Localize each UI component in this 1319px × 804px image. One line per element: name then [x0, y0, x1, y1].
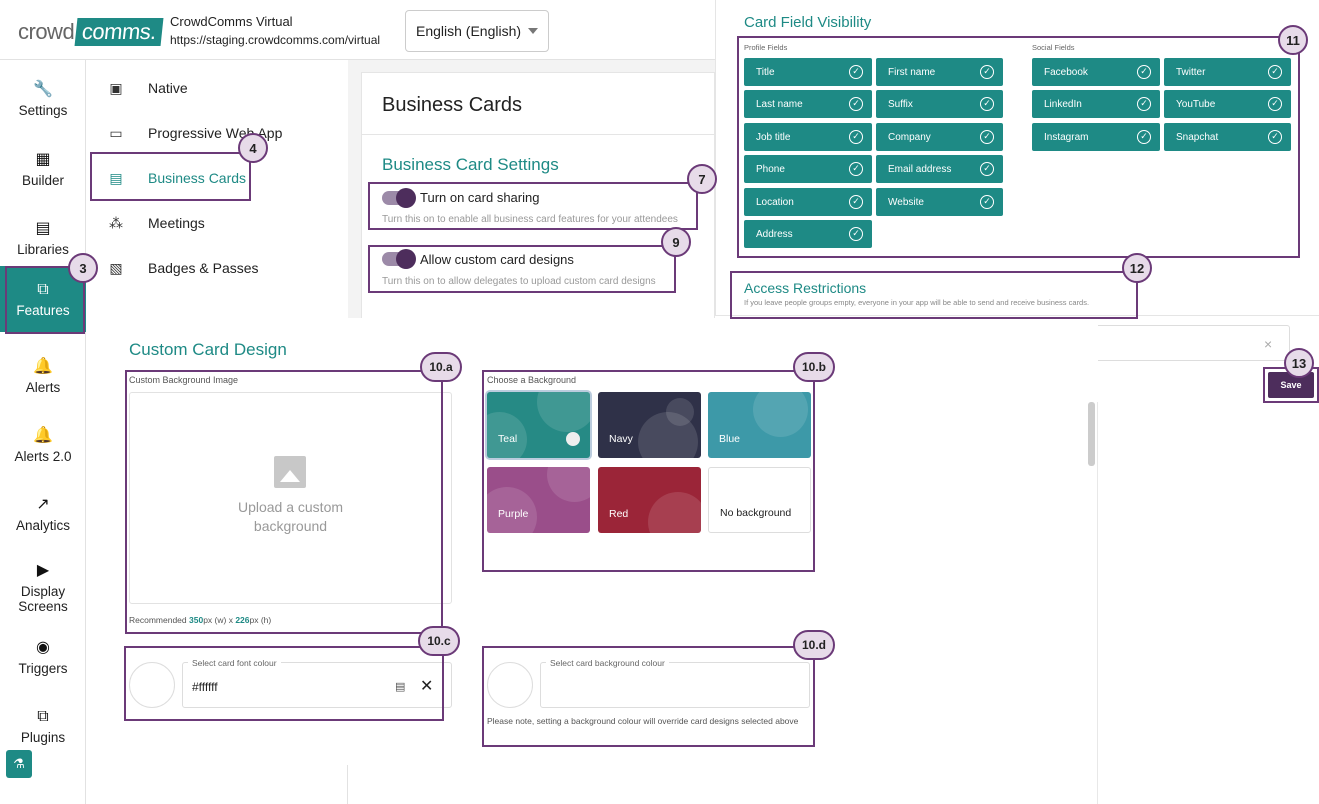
subnav-item-native[interactable]: ▣ Native	[86, 66, 348, 110]
language-select[interactable]: English (English)	[405, 10, 549, 52]
nav-item-triggers[interactable]: ◉ Triggers	[0, 626, 86, 688]
nav-item-alerts[interactable]: 🔔 Alerts	[0, 345, 86, 407]
badge-4: 4	[238, 133, 268, 163]
badge-10b: 10.b	[793, 352, 835, 382]
people-icon: ⁂	[109, 214, 123, 231]
play-screen-icon: ▶	[36, 561, 50, 579]
nav-item-plugins[interactable]: ⧉ Plugins	[0, 695, 86, 757]
badge-13: 13	[1284, 348, 1314, 378]
subnav-item-badges[interactable]: ▧ Badges & Passes	[86, 246, 348, 290]
badge-10a: 10.a	[420, 352, 462, 382]
highlight-card-sharing	[368, 182, 698, 230]
page-title: Business Cards	[382, 94, 523, 116]
plugin-icon: ⧉	[37, 708, 49, 725]
badge-10c: 10.c	[418, 626, 460, 656]
highlight-bg-colour	[482, 646, 815, 747]
badge-3: 3	[68, 253, 98, 283]
close-icon[interactable]: ×	[1264, 336, 1272, 352]
scrollbar[interactable]	[1088, 402, 1095, 466]
trend-icon: ↗	[36, 496, 50, 513]
app-url[interactable]: https://staging.crowdcomms.com/virtual	[170, 33, 380, 47]
nav-item-alerts-2[interactable]: 🔔 Alerts 2.0	[0, 414, 86, 476]
phone-gear-icon: ▣	[109, 79, 123, 96]
highlight-choose-bg	[482, 370, 815, 572]
divider	[361, 134, 715, 135]
nav-item-settings[interactable]: 🔧 Settings	[0, 68, 86, 130]
main-sidebar: 🔧 Settings ▦ Builder ▤ Libraries ⧉ Features …	[0, 60, 86, 804]
nav-item-display-screens[interactable]: ▶ Display Screens	[0, 552, 86, 622]
highlight-bg-image	[125, 370, 443, 634]
badge-9: 9	[661, 227, 691, 257]
badge-7: 7	[687, 164, 717, 194]
app-name: CrowdComms Virtual	[170, 14, 293, 29]
beaker-icon[interactable]: ⚗	[6, 750, 32, 778]
crowdcomms-logo[interactable]: crowd comms.	[18, 18, 164, 46]
badge-12: 12	[1122, 253, 1152, 283]
panel-edge	[1097, 402, 1098, 804]
library-icon: ▤	[35, 220, 51, 237]
logo-text-right: comms.	[74, 18, 164, 46]
highlight-custom-designs	[368, 245, 676, 293]
grid-icon: ▦	[35, 151, 51, 168]
section-title-custom-design: Custom Card Design	[129, 340, 287, 359]
language-value: English (English)	[416, 23, 522, 39]
highlight-business-cards	[90, 152, 251, 201]
bell-icon: 🔔	[33, 427, 53, 444]
badge-11: 11	[1278, 25, 1308, 55]
nav-item-builder[interactable]: ▦ Builder	[0, 138, 86, 200]
badge-10d: 10.d	[793, 630, 835, 660]
highlight-font-colour	[124, 646, 444, 721]
chevron-down-icon	[528, 28, 538, 34]
subnav-item-meetings[interactable]: ⁂ Meetings	[86, 201, 348, 245]
logo-text-left: crowd	[18, 19, 75, 44]
eye-icon: ◉	[36, 639, 50, 656]
section-title-settings: Business Card Settings	[382, 155, 559, 174]
section-title-field-visibility: Card Field Visibility	[744, 14, 872, 31]
bell-icon: 🔔	[33, 358, 53, 375]
custom-card-design-panel-bottom	[372, 760, 1098, 804]
devices-icon: ▭	[109, 124, 123, 141]
highlight-field-visibility	[737, 36, 1300, 258]
selected-dot-icon	[566, 432, 580, 446]
nav-item-analytics[interactable]: ↗ Analytics	[0, 483, 86, 545]
wrench-icon: 🔧	[33, 81, 53, 98]
highlight-access-restrictions	[730, 271, 1138, 319]
subnav-item-pwa[interactable]: ▭ Progressive Web App	[86, 111, 348, 155]
